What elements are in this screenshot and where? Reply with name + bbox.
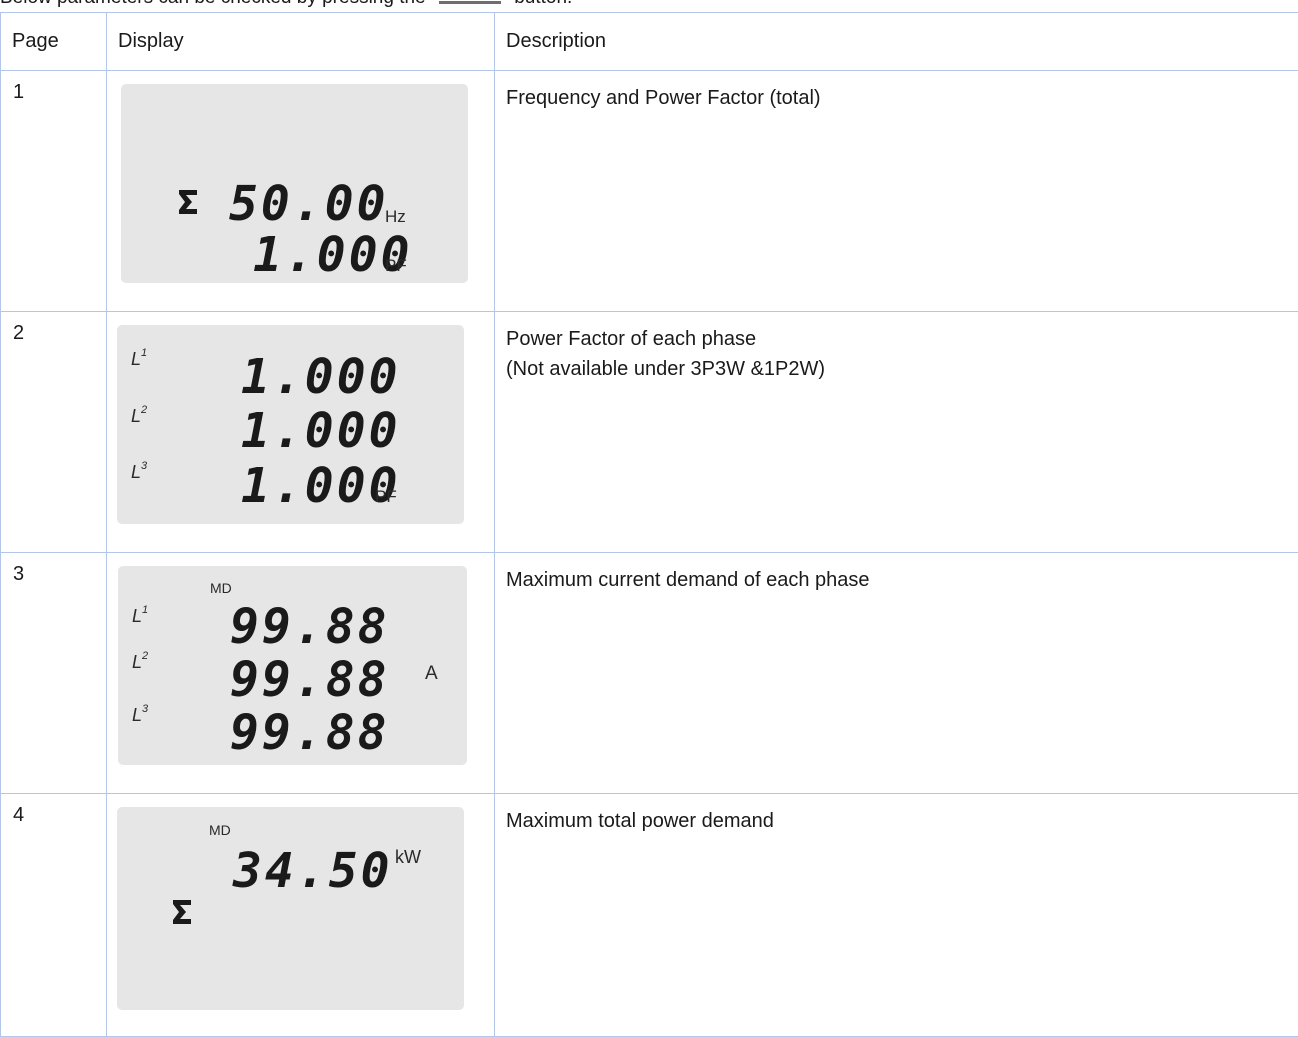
description-text: Maximum current demand of each phase: [506, 565, 1298, 595]
lcd-line-l2: 99.88: [230, 652, 390, 708]
table-row: 2 L 1 L 2 L 3 1.000 1.000 1.000 PF: [1, 312, 1298, 553]
lcd-unit-pf: PF: [385, 256, 407, 275]
lcd-display: MD L 1 L 2 L 3 99.88 99.88 99.88 A: [118, 566, 467, 765]
phase-sup-3: 3: [142, 703, 149, 715]
description-cell: Power Factor of each phase (Not availabl…: [495, 312, 1298, 553]
header-page: Page: [1, 13, 107, 71]
lcd-unit-a: A: [425, 663, 438, 684]
lcd-line-l1: 1.000: [241, 349, 401, 405]
phase-sup-1: 1: [141, 347, 147, 359]
display-cell: MD L 1 L 2 L 3 99.88 99.88 99.88 A: [107, 553, 495, 794]
page-number: 1: [1, 71, 107, 312]
display-cell: MD 34.50 kW: [107, 794, 495, 1037]
description-cell: Maximum total power demand: [495, 794, 1298, 1037]
description-text: Maximum total power demand: [506, 806, 1298, 836]
phase-label-l3: L: [131, 462, 141, 482]
phase-label-l1: L: [132, 606, 142, 626]
description-text: Frequency and Power Factor (total): [506, 83, 1298, 113]
display-cell: 50.00 Hz 1.000 PF: [107, 71, 495, 312]
description-note: (Not available under 3P3W &1P2W): [506, 354, 1298, 384]
lcd-line-l3: 99.88: [230, 705, 390, 761]
lcd-unit-kw: kW: [395, 847, 421, 867]
phase-label-l1: L: [131, 349, 141, 369]
lcd-display: MD 34.50 kW: [117, 807, 464, 1010]
lcd-unit-hz: Hz: [385, 207, 406, 226]
table-row: 3 MD L 1 L 2 L 3 99.88 99.88 99.88 A: [1, 553, 1298, 794]
md-tag: MD: [210, 580, 232, 596]
lcd-line-frequency: 50.00: [229, 176, 389, 232]
header-display: Display: [107, 13, 495, 71]
phase-sup-1: 1: [142, 604, 148, 616]
phase-sup-2: 2: [140, 404, 147, 416]
table-row: 4 MD 34.50 kW Maximum total power demand: [1, 794, 1298, 1037]
page-number: 2: [1, 312, 107, 553]
intro-after: button.: [514, 0, 572, 8]
table-header-row: Page Display Description: [1, 13, 1298, 71]
phase-sup-3: 3: [141, 460, 148, 472]
lcd-line-l1: 99.88: [230, 599, 390, 655]
description-cell: Frequency and Power Factor (total): [495, 71, 1298, 312]
phase-label-l3: L: [132, 705, 142, 725]
description-cell: Maximum current demand of each phase: [495, 553, 1298, 794]
phase-sup-2: 2: [141, 650, 148, 662]
display-cell: L 1 L 2 L 3 1.000 1.000 1.000 PF: [107, 312, 495, 553]
sigma-icon: [173, 900, 191, 924]
lcd-unit-pf: PF: [375, 487, 397, 506]
table-row: 1 50.00 Hz 1.000 PF Frequency and Power …: [1, 71, 1298, 312]
parameter-table: Page Display Description 1 50.00 Hz 1.00…: [0, 12, 1298, 1037]
page-number: 3: [1, 553, 107, 794]
md-tag: MD: [209, 822, 231, 838]
header-description: Description: [495, 13, 1298, 71]
phase-label-l2: L: [131, 406, 141, 426]
phase-label-l2: L: [132, 652, 142, 672]
intro-before: Below parameters can be checked by press…: [0, 0, 426, 8]
lcd-display: 50.00 Hz 1.000 PF: [121, 84, 468, 283]
sigma-icon: [179, 190, 197, 214]
button-icon: [439, 1, 501, 4]
lcd-line-power: 34.50: [232, 843, 393, 899]
lcd-display: L 1 L 2 L 3 1.000 1.000 1.000 PF: [117, 325, 464, 524]
intro-text: Below parameters can be checked by press…: [0, 0, 572, 9]
description-text: Power Factor of each phase: [506, 324, 1298, 354]
lcd-line-l2: 1.000: [241, 403, 401, 459]
page-number: 4: [1, 794, 107, 1037]
